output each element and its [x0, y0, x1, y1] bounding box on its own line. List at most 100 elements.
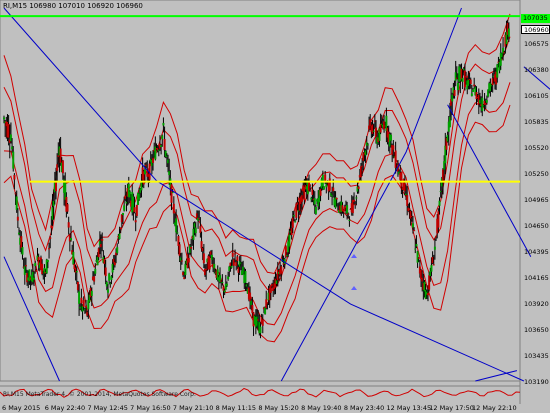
bull-candle: [457, 82, 460, 91]
bull-candle: [213, 263, 216, 269]
bull-candle: [176, 232, 179, 234]
bear-candle: [347, 213, 350, 215]
bull-candle: [75, 271, 78, 273]
bull-candle: [3, 117, 5, 120]
bull-candle: [223, 290, 226, 293]
time-label: 7 May 21:10: [172, 404, 214, 412]
bear-candle: [332, 187, 335, 192]
bear-candle: [328, 178, 331, 191]
bull-candle: [225, 283, 228, 286]
bear-candle: [187, 257, 190, 263]
price-label: 105835: [524, 118, 549, 126]
bear-candle: [231, 252, 234, 257]
bull-candle: [230, 265, 233, 268]
price-label: 103435: [524, 352, 549, 360]
bull-candle: [314, 206, 317, 214]
bull-candle: [21, 247, 24, 255]
bull-candle: [34, 262, 37, 267]
price-label: 103920: [524, 300, 549, 308]
bear-candle: [453, 90, 456, 96]
price-label: 104165: [524, 274, 549, 282]
bear-candle: [48, 248, 51, 250]
bear-candle: [134, 220, 137, 223]
price-label: 104650: [524, 222, 549, 230]
time-label: 7 May 16:50: [130, 404, 171, 412]
bear-candle: [172, 203, 175, 214]
bear-candle: [236, 256, 239, 262]
bull-candle: [143, 169, 146, 175]
bull-candle: [106, 289, 109, 293]
time-label: 6 May 22:40: [44, 404, 86, 412]
bear-candle: [202, 253, 205, 264]
bear-candle: [133, 207, 136, 213]
bull-candle: [294, 221, 297, 223]
bull-candle: [372, 130, 375, 132]
bull-candle: [15, 196, 18, 210]
bull-candle: [221, 281, 224, 283]
time-label: 12 May 13:45: [386, 404, 432, 412]
copyright-label: RI,M15 MetaTrader 4, © 2001-2014, MetaQu…: [3, 391, 196, 398]
bear-candle: [180, 260, 183, 262]
bear-candle: [234, 253, 237, 255]
bear-candle: [61, 160, 64, 174]
bear-candle: [413, 230, 416, 232]
bear-candle: [261, 319, 264, 326]
bull-candle: [321, 174, 324, 187]
bull-candle: [70, 238, 73, 241]
bear-candle: [208, 256, 211, 270]
bear-candle: [426, 293, 429, 296]
bull-candle: [259, 326, 262, 334]
chart-window[interactable]: RI,M15 106980 107010 106920 106960 RI,M1…: [0, 0, 550, 413]
bull-candle: [33, 277, 36, 280]
bull-candle: [116, 247, 119, 254]
time-label: 8 May 11:15: [215, 404, 257, 412]
bull-candle: [162, 122, 165, 126]
bear-candle: [13, 175, 16, 180]
bear-candle: [16, 216, 19, 221]
price-label: 103650: [524, 326, 549, 334]
bear-candle: [335, 197, 338, 200]
time-label: 12 May 17:50: [429, 404, 474, 412]
time-label: 8 May 15:20: [258, 404, 299, 412]
bear-candle: [417, 257, 420, 259]
bull-candle: [411, 223, 414, 228]
bear-candle: [357, 186, 360, 189]
price-label: 106575: [524, 40, 549, 48]
bull-candle: [78, 291, 81, 304]
bull-candle: [123, 205, 126, 211]
bear-candle: [465, 76, 468, 78]
bear-candle: [135, 204, 138, 217]
bear-candle: [66, 204, 69, 212]
time-label: 8 May 23:40: [343, 404, 385, 412]
upper-level-tag: 107035: [521, 14, 550, 23]
bull-candle: [244, 270, 247, 283]
bull-candle: [366, 144, 369, 146]
bear-candle: [309, 184, 312, 186]
bear-candle: [35, 269, 38, 272]
bear-candle: [49, 237, 52, 240]
time-label: 12 May 22:10: [472, 404, 517, 412]
bull-candle: [430, 265, 433, 272]
chart-title: RI,M15 106980 107010 106920 106960: [3, 2, 143, 10]
bull-candle: [227, 276, 230, 280]
price-label: 105520: [524, 144, 549, 152]
bull-candle: [288, 234, 291, 247]
bull-candle: [507, 28, 510, 37]
bear-candle: [54, 182, 57, 192]
bull-candle: [46, 260, 49, 263]
bear-candle: [152, 158, 155, 163]
bull-candle: [415, 244, 418, 247]
bull-candle: [433, 246, 436, 250]
bull-candle: [346, 205, 349, 214]
bull-candle: [194, 227, 197, 234]
bear-candle: [85, 305, 88, 308]
bear-candle: [93, 276, 96, 282]
bear-candle: [392, 145, 395, 150]
price-chart[interactable]: [0, 0, 550, 413]
price-label: 103190: [524, 378, 549, 386]
bull-candle: [121, 213, 124, 216]
bull-candle: [438, 200, 441, 206]
bull-candle: [161, 135, 164, 140]
time-label: 6 May 2015: [2, 404, 41, 412]
bear-candle: [101, 238, 104, 241]
